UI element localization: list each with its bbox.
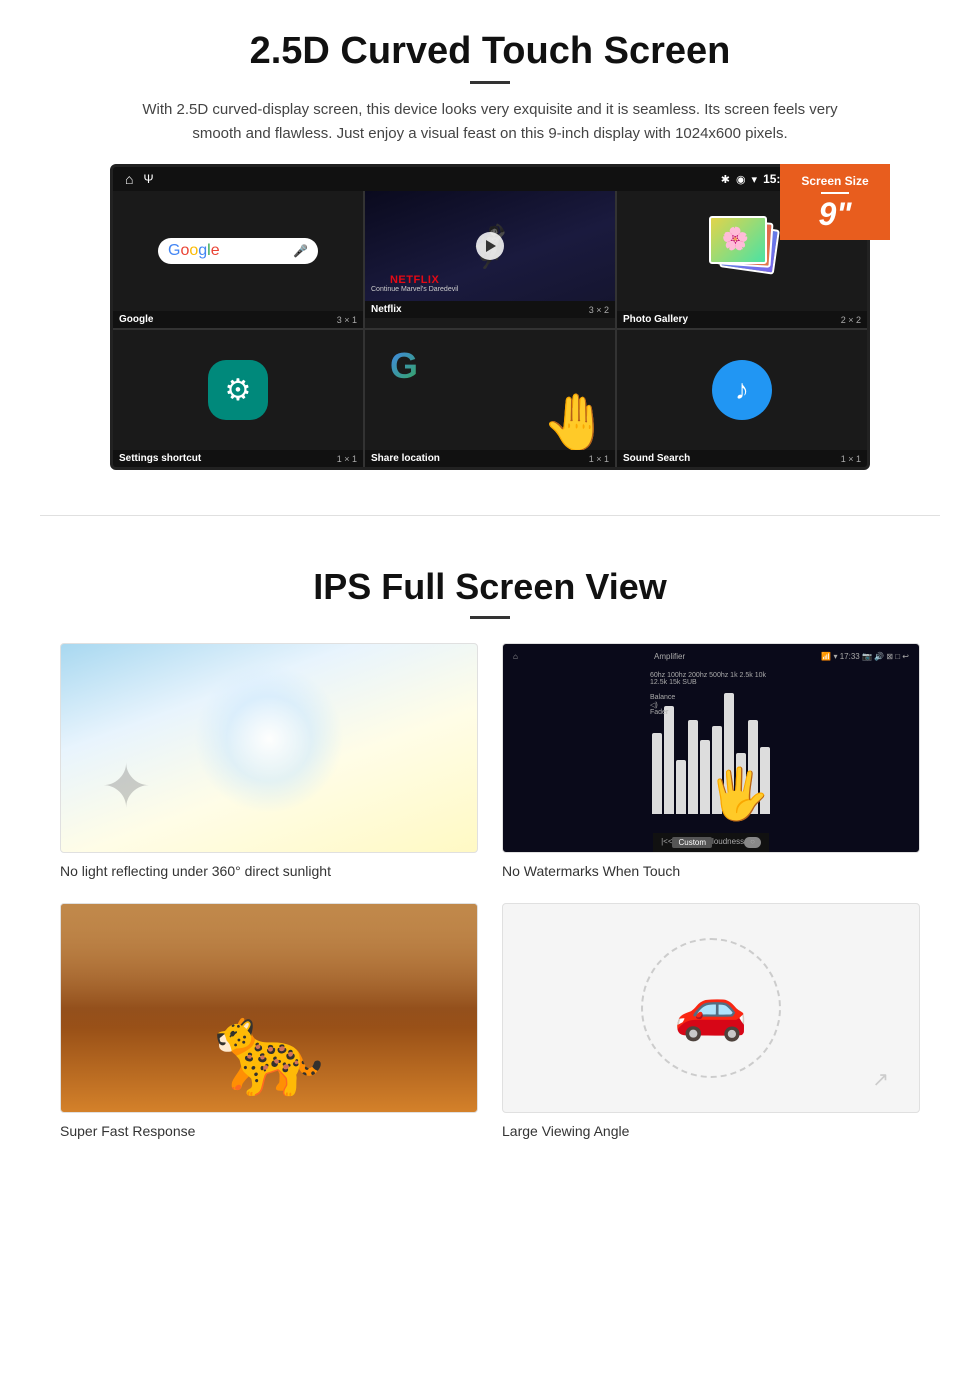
cheetah-image: 🐆	[60, 903, 478, 1113]
screen-size-badge: Screen Size 9"	[780, 164, 890, 240]
music-note-icon: ♪	[712, 360, 772, 420]
settings-cell[interactable]: ⚙ Settings shortcut 1 × 1	[113, 330, 363, 467]
sky-gradient	[61, 904, 477, 1029]
netflix-app-name: Netflix	[371, 304, 402, 315]
netflix-logo-text: NETFLIX	[371, 274, 458, 286]
maps-cell[interactable]: G 🤚 Share location 1 × 1	[365, 330, 615, 467]
title-divider	[470, 81, 510, 84]
gallery-app-size: 2 × 2	[841, 315, 861, 325]
maps-app-size: 1 × 1	[589, 454, 609, 464]
eq-footer: |<< Custom loudness ○	[653, 833, 769, 852]
google-search-bar[interactable]: Google 🎤	[158, 238, 318, 264]
status-bar: ⌂ Ψ ✱ ◉ ▾ 15:06 ⊡ ◁) ⊠ □	[113, 167, 867, 191]
sound-app-name: Sound Search	[623, 453, 690, 464]
sound-content: ♪	[617, 330, 867, 450]
section2-title: IPS Full Screen View	[60, 566, 920, 608]
custom-button[interactable]: Custom	[672, 837, 712, 848]
settings-icon: ⚙	[208, 360, 268, 420]
sound-search-cell[interactable]: ♪ Sound Search 1 × 1	[617, 330, 867, 467]
hand-pointing-icon: 🤚	[542, 390, 610, 450]
netflix-label-bar: Netflix 3 × 2	[365, 301, 615, 318]
wifi-icon: ▾	[752, 173, 758, 186]
photo-stack: 🌸	[702, 211, 782, 291]
maps-label-bar: Share location 1 × 1	[365, 450, 615, 467]
netflix-subtitle: Continue Marvel's Daredevil	[371, 286, 458, 293]
status-left: ⌂ Ψ	[125, 171, 154, 187]
cheetah-caption: Super Fast Response	[60, 1123, 478, 1139]
gear-icon: ⚙	[225, 373, 252, 408]
car-top-view-icon: 🚗	[674, 973, 749, 1044]
netflix-app-size: 3 × 2	[589, 305, 609, 315]
loudness-toggle[interactable]: ○	[744, 837, 761, 848]
google-logo: Google	[168, 242, 220, 260]
sunlight-flare: ✦	[101, 752, 151, 822]
feature-sunlight: ✦ No light reflecting under 360° direct …	[60, 643, 478, 879]
sound-app-size: 1 × 1	[841, 454, 861, 464]
maps-g-logo: G	[390, 345, 418, 387]
car-caption: Large Viewing Angle	[502, 1123, 920, 1139]
device-screen: ⌂ Ψ ✱ ◉ ▾ 15:06 ⊡ ◁) ⊠ □	[110, 164, 870, 470]
feature-cheetah: 🐆 Super Fast Response	[60, 903, 478, 1139]
sunlight-caption: No light reflecting under 360° direct su…	[60, 863, 478, 879]
car-circle: 🚗	[641, 938, 781, 1078]
netflix-brand: NETFLIX Continue Marvel's Daredevil	[371, 274, 458, 293]
music-icon: ♪	[735, 374, 749, 406]
google-app-name: Google	[119, 314, 153, 325]
play-triangle-icon	[486, 240, 496, 252]
equalizer-caption: No Watermarks When Touch	[502, 863, 920, 879]
eq-bars-wrapper: 60hz 100hz 200hz 500hz 1k 2.5k 10k 12.5k…	[642, 644, 780, 829]
google-label-bar: Google 3 × 1	[113, 311, 363, 328]
feature-equalizer: ⌂ Amplifier 📶 ▾ 17:33 📷 🔊 ⊠ □ ↩ 60hz 100…	[502, 643, 920, 879]
eq-bar-4	[688, 720, 698, 815]
eq-bar-2	[664, 706, 674, 814]
device-wrapper: Screen Size 9" ⌂ Ψ ✱ ◉ ▾ 15:06 ⊡ ◁) ⊠	[100, 164, 880, 470]
feature-grid: ✦ No light reflecting under 360° direct …	[60, 643, 920, 1139]
settings-app-size: 1 × 1	[337, 454, 357, 464]
arrow-icon: ↗	[872, 1067, 889, 1092]
gallery-app-name: Photo Gallery	[623, 314, 688, 325]
touch-hand-icon: 🖐	[708, 765, 770, 824]
photo-card-3: 🌸	[709, 216, 767, 264]
settings-app-name: Settings shortcut	[119, 453, 201, 464]
car-image: 🚗 ↗	[502, 903, 920, 1113]
google-app-size: 3 × 1	[337, 315, 357, 325]
section-ips: IPS Full Screen View ✦ No light reflecti…	[0, 546, 980, 1169]
settings-label-bar: Settings shortcut 1 × 1	[113, 450, 363, 467]
netflix-bg: 🦸 NETFLIX Continue Marvel's Daredevil	[365, 191, 615, 301]
usb-icon: Ψ	[143, 172, 153, 186]
maps-content: G 🤚	[365, 330, 615, 450]
section1-title: 2.5D Curved Touch Screen	[60, 30, 920, 73]
app-grid: Google 🎤 Google 3 × 1	[113, 191, 867, 467]
sunlight-image: ✦	[60, 643, 478, 853]
netflix-scene: 🦸 NETFLIX Continue Marvel's Daredevil	[365, 191, 615, 301]
screen-size-value: 9"	[794, 198, 876, 230]
netflix-cell[interactable]: 🦸 NETFLIX Continue Marvel's Daredevil Ne…	[365, 191, 615, 328]
google-cell[interactable]: Google 🎤 Google 3 × 1	[113, 191, 363, 328]
screen-badge-label: Screen Size	[794, 174, 876, 188]
section2-divider	[470, 616, 510, 619]
sun-ray	[194, 664, 344, 814]
settings-content: ⚙	[113, 330, 363, 450]
feature-car: 🚗 ↗ Large Viewing Angle	[502, 903, 920, 1139]
equalizer-image: ⌂ Amplifier 📶 ▾ 17:33 📷 🔊 ⊠ □ ↩ 60hz 100…	[502, 643, 920, 853]
badge-divider	[821, 192, 849, 194]
eq-bar-1	[652, 733, 662, 814]
home-icon[interactable]: ⌂	[125, 171, 133, 187]
section1-description: With 2.5D curved-display screen, this de…	[140, 98, 840, 146]
mic-icon: 🎤	[293, 244, 308, 258]
bluetooth-icon: ✱	[721, 173, 730, 186]
eq-bar-3	[676, 760, 686, 814]
section-curved-screen: 2.5D Curved Touch Screen With 2.5D curve…	[0, 0, 980, 485]
gallery-label-bar: Photo Gallery 2 × 2	[617, 311, 867, 328]
sound-label-bar: Sound Search 1 × 1	[617, 450, 867, 467]
section-divider	[40, 515, 940, 516]
netflix-play-button[interactable]	[476, 232, 504, 260]
google-content: Google 🎤	[113, 191, 363, 311]
maps-app-name: Share location	[371, 453, 440, 464]
flower-icon: 🌸	[722, 226, 749, 252]
location-icon: ◉	[736, 173, 746, 186]
